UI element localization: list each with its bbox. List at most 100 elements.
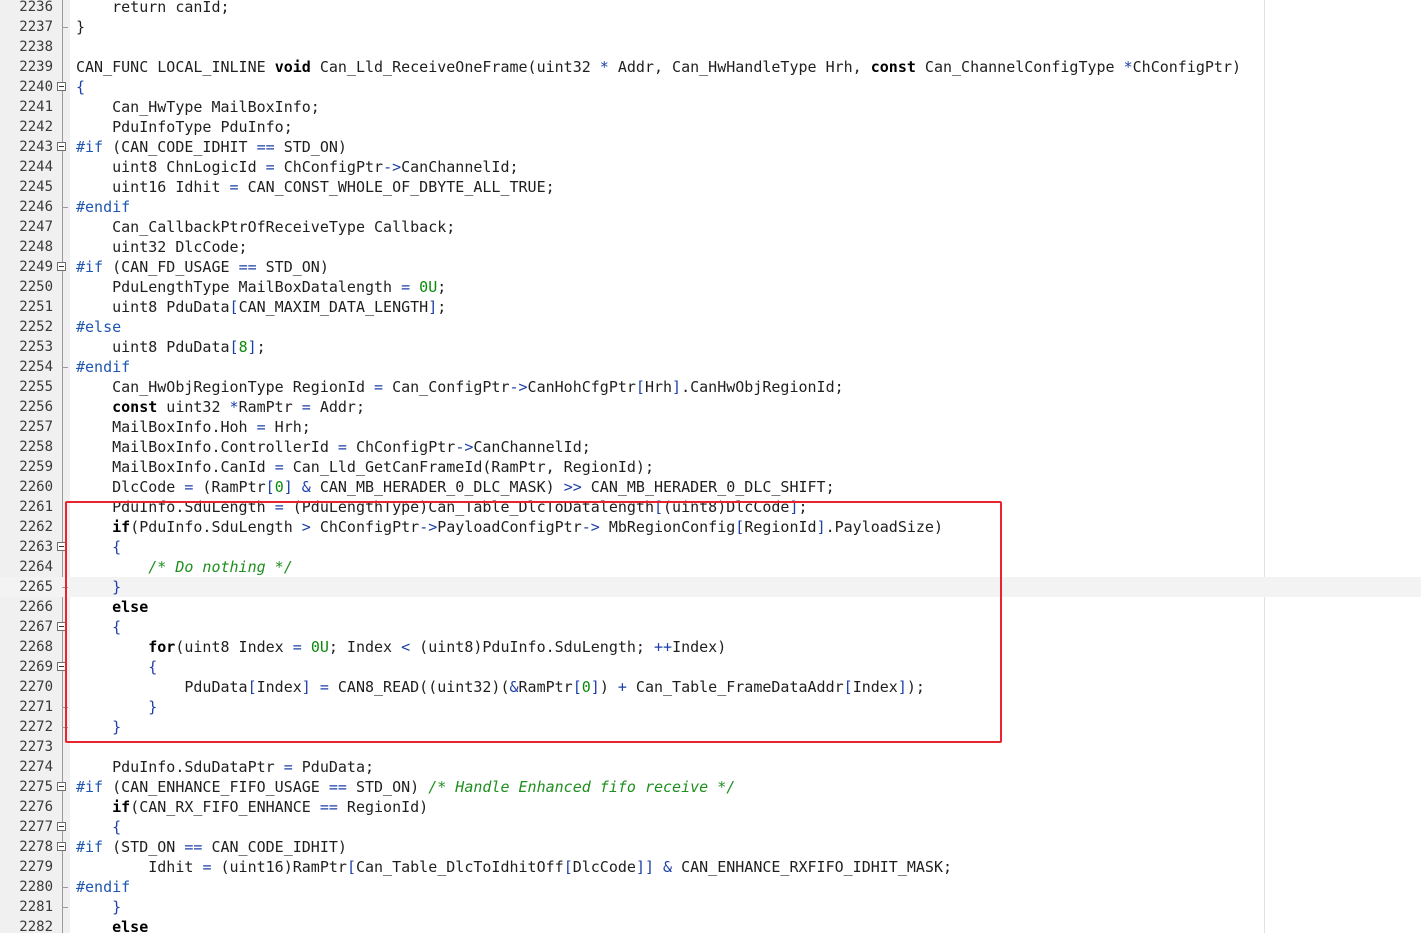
code-line[interactable]: 2242 PduInfoType PduInfo; [0,117,1421,137]
fold-collapse-icon[interactable] [57,622,66,631]
fold-collapse-icon[interactable] [57,542,66,551]
code-token: #if [76,138,104,156]
code-line[interactable]: 2238 [0,37,1421,57]
code-line[interactable]: 2247 Can_CallbackPtrOfReceiveType Callba… [0,217,1421,237]
code-line[interactable]: 2250 PduLengthType MailBoxDatalength = 0… [0,277,1421,297]
code-line[interactable]: 2248 uint32 DlcCode; [0,237,1421,257]
code-text: MailBoxInfo.ControllerId = ChConfigPtr->… [76,437,591,457]
fold-collapse-icon[interactable] [57,782,66,791]
code-line[interactable]: 2265 } [0,577,1421,597]
code-line[interactable]: 2264 /* Do nothing */ [0,557,1421,577]
code-line[interactable]: 2279 Idhit = (uint16)RamPtr[Can_Table_Dl… [0,857,1421,877]
code-line[interactable]: 2237} [0,17,1421,37]
code-line[interactable]: 2280 #endif [0,877,1421,897]
code-text: MailBoxInfo.Hoh = Hrh; [76,417,311,437]
code-line[interactable]: 2277 { [0,817,1421,837]
code-line[interactable]: 2245 uint16 Idhit = CAN_CONST_WHOLE_OF_D… [0,177,1421,197]
code-token: 0 [274,478,284,496]
code-token: Can_Table_DlcToIdhitOff [355,858,564,876]
code-line[interactable]: 2246 #endif [0,197,1421,217]
fold-collapse-icon[interactable] [57,82,66,91]
code-line[interactable]: 2253 uint8 PduData[8]; [0,337,1421,357]
code-line[interactable]: 2272 } [0,717,1421,737]
code-text: #endif [76,197,130,217]
fold-collapse-icon[interactable] [57,842,66,851]
code-token: ; [256,338,266,356]
code-line[interactable]: 2268 for(uint8 Index = 0U; Index < (uint… [0,637,1421,657]
code-line[interactable]: 2256 const uint32 *RamPtr = Addr; [0,397,1421,417]
code-token: Idhit [76,858,203,876]
code-line[interactable]: 2262 if(PduInfo.SduLength > ChConfigPtr-… [0,517,1421,537]
code-line[interactable]: 2281 } [0,897,1421,917]
code-line[interactable]: 2276 if(CAN_RX_FIFO_ENHANCE == RegionId) [0,797,1421,817]
code-line[interactable]: 2236 return canId; [0,0,1421,17]
line-number: 2237 [19,19,53,35]
code-line[interactable]: 2259 MailBoxInfo.CanId = Can_Lld_GetCanF… [0,457,1421,477]
code-token: * [229,398,239,416]
code-line[interactable]: 2252 #else [0,317,1421,337]
code-token: PayloadConfigPtr [437,518,582,536]
code-line[interactable]: 2263 { [0,537,1421,557]
code-token: { [112,818,122,836]
code-line[interactable]: 2260 DlcCode = (RamPtr[0] & CAN_MB_HERAD… [0,477,1421,497]
fold-collapse-icon[interactable] [57,142,66,151]
code-token: void [274,58,311,76]
code-line[interactable]: 2249 #if (CAN_FD_USAGE == STD_ON) [0,257,1421,277]
fold-end-marker [62,367,68,368]
code-text: PduInfo.SduDataPtr = PduData; [76,757,374,777]
code-line[interactable]: 2267 { [0,617,1421,637]
code-line[interactable]: 2266 else [0,597,1421,617]
fold-collapse-icon[interactable] [57,662,66,671]
code-line[interactable]: 2239 CAN_FUNC LOCAL_INLINE void Can_Lld_R… [0,57,1421,77]
code-token: MailBoxInfo.CanId [76,458,275,476]
line-number: 2274 [19,759,53,775]
code-token: ] [247,338,257,356]
code-line[interactable]: 2269 { [0,657,1421,677]
code-line[interactable]: 2275 #if (CAN_ENHANCE_FIFO_USAGE == STD_O… [0,777,1421,797]
code-token: #if [76,778,104,796]
code-line[interactable]: 2243 #if (CAN_CODE_IDHIT == STD_ON) [0,137,1421,157]
fold-collapse-icon[interactable] [57,822,66,831]
line-number: 2239 [19,59,53,75]
code-token: uint32 [157,398,230,416]
code-token: } [76,18,86,36]
code-token: CAN_MB_HERADER_0_DLC_MASK) [310,478,564,496]
code-lines[interactable]: 2236 return canId; 2237} 2238 2239 CAN_FUNC … [0,0,1421,933]
code-token: & [663,858,673,876]
line-number: 2246 [19,199,53,215]
code-line[interactable]: 2278 #if (STD_ON == CAN_CODE_IDHIT) [0,837,1421,857]
code-line[interactable]: 2241 Can_HwType MailBoxInfo; [0,97,1421,117]
line-number: 2266 [19,599,53,615]
code-token: = [229,178,239,196]
code-line[interactable]: 2271 } [0,697,1421,717]
code-line[interactable]: 2240 { [0,77,1421,97]
code-line[interactable]: 2274 PduInfo.SduDataPtr = PduData; [0,757,1421,777]
line-number: 2251 [19,299,53,315]
code-line[interactable]: 2251 uint8 PduData[CAN_MAXIM_DATA_LENGTH… [0,297,1421,317]
code-token: uint8 PduData [76,298,230,316]
code-line[interactable]: 2244 uint8 ChnLogicId = ChConfigPtr->Can… [0,157,1421,177]
code-editor[interactable]: 2236 return canId; 2237} 2238 2239 CAN_FUNC … [0,0,1421,933]
code-text: if(CAN_RX_FIFO_ENHANCE == RegionId) [76,797,428,817]
code-line[interactable]: 2282 else [0,917,1421,933]
code-token: ChConfigPtr [310,518,420,536]
code-line[interactable]: 2258 MailBoxInfo.ControllerId = ChConfig… [0,437,1421,457]
code-line[interactable]: 2261 PduInfo.SduLength = (PduLengthType)… [0,497,1421,517]
code-line[interactable]: 2273 [0,737,1421,757]
code-token: = [319,678,329,696]
code-line[interactable]: 2270 PduData[Index] = CAN8_READ((uint32)… [0,677,1421,697]
code-token: Can_ChannelConfigType [915,58,1124,76]
line-number: 2269 [19,659,53,675]
code-token: #endif [76,198,131,216]
code-line[interactable]: 2257 MailBoxInfo.Hoh = Hrh; [0,417,1421,437]
code-token: [ [229,338,239,356]
code-line[interactable]: 2254 #endif [0,357,1421,377]
code-token: = [292,638,302,656]
code-token: ; [437,278,447,296]
fold-collapse-icon[interactable] [57,262,66,271]
code-text: else [76,917,148,933]
code-line[interactable]: 2255 Can_HwObjRegionType RegionId = Can_… [0,377,1421,397]
fold-end-marker [62,207,68,208]
code-token: DlcCode [76,478,185,496]
code-token: (PduLengthType)Can_Table_DlcToDatalength [283,498,654,516]
